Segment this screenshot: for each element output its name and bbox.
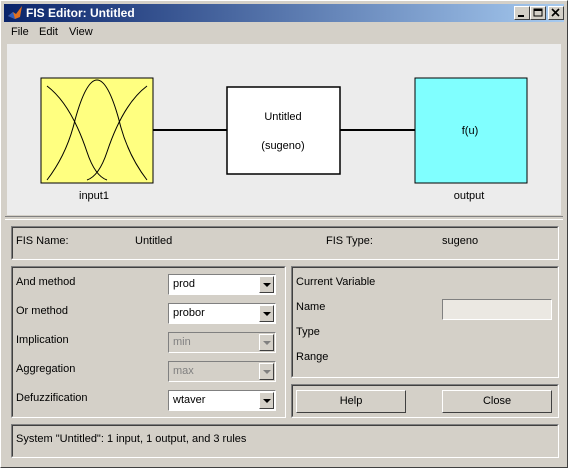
fis-name-label: FIS Name: (16, 235, 69, 247)
and-method-select[interactable]: prod (168, 274, 276, 295)
matlab-icon (8, 6, 22, 19)
variable-name-field[interactable] (442, 299, 552, 320)
implication-value: min (173, 336, 191, 348)
title-bar[interactable]: FIS Editor: Untitled (4, 4, 564, 22)
maximize-icon (533, 8, 543, 17)
or-method-value: probor (173, 307, 205, 319)
maximize-button[interactable] (530, 6, 546, 20)
minimize-button[interactable] (514, 6, 530, 20)
defuzzification-select[interactable]: wtaver (168, 390, 276, 411)
close-button[interactable]: Close (442, 390, 552, 413)
output-function: f(u) (462, 125, 479, 137)
help-button[interactable]: Help (296, 390, 406, 413)
methods-panel: And method prod Or method probor Implica… (11, 266, 286, 418)
defuzzification-value: wtaver (173, 394, 206, 406)
status-panel: System "Untitled": 1 input, 1 output, an… (11, 424, 559, 458)
fis-type-label: FIS Type: (326, 235, 373, 247)
variable-range-label: Range (296, 351, 329, 363)
fis-diagram: input1 Untitled (sugeno) f(u) output (7, 44, 561, 215)
chevron-down-icon[interactable] (259, 276, 274, 293)
input-block[interactable] (40, 77, 154, 184)
variable-type-label: Type (296, 326, 320, 338)
fis-name-value: Untitled (135, 235, 173, 247)
output-label: output (454, 190, 485, 202)
or-method-label: Or method (16, 305, 68, 317)
system-name: Untitled (264, 111, 301, 123)
fis-type-value: sugeno (442, 235, 479, 247)
fis-info-panel: FIS Name: Untitled FIS Type: sugeno (11, 226, 559, 260)
input-label: input1 (79, 190, 109, 202)
chevron-down-icon (259, 334, 274, 351)
aggregation-value: max (173, 365, 194, 377)
variable-name-label: Name (296, 301, 326, 313)
implication-select: min (168, 332, 276, 353)
aggregation-select: max (168, 361, 276, 382)
chevron-down-icon[interactable] (259, 305, 274, 322)
buttons-panel: Help Close (291, 384, 559, 418)
menu-file[interactable]: File (11, 26, 29, 38)
and-method-label: And method (16, 276, 76, 288)
and-method-value: prod (173, 278, 196, 290)
close-window-button[interactable] (548, 6, 564, 20)
current-variable-heading: Current Variable (296, 276, 376, 288)
minimize-icon (518, 15, 524, 17)
implication-label: Implication (16, 334, 69, 346)
menu-edit[interactable]: Edit (39, 26, 58, 38)
menu-view[interactable]: View (69, 26, 93, 38)
chevron-down-icon (259, 363, 274, 380)
system-block[interactable] (226, 86, 341, 175)
chevron-down-icon[interactable] (259, 392, 274, 409)
separator (5, 216, 563, 220)
window-title: FIS Editor: Untitled (26, 6, 135, 20)
aggregation-label: Aggregation (16, 363, 76, 375)
fis-editor-window: FIS Editor: Untitled File Edit View inpu… (0, 0, 568, 468)
current-variable-panel: Current Variable Name Type Range (291, 266, 559, 378)
or-method-select[interactable]: probor (168, 303, 276, 324)
menu-bar: File Edit View (4, 24, 564, 42)
defuzzification-label: Defuzzification (16, 392, 88, 404)
status-text: System "Untitled": 1 input, 1 output, an… (16, 433, 247, 445)
system-type: (sugeno) (261, 140, 304, 152)
close-icon (551, 8, 560, 17)
